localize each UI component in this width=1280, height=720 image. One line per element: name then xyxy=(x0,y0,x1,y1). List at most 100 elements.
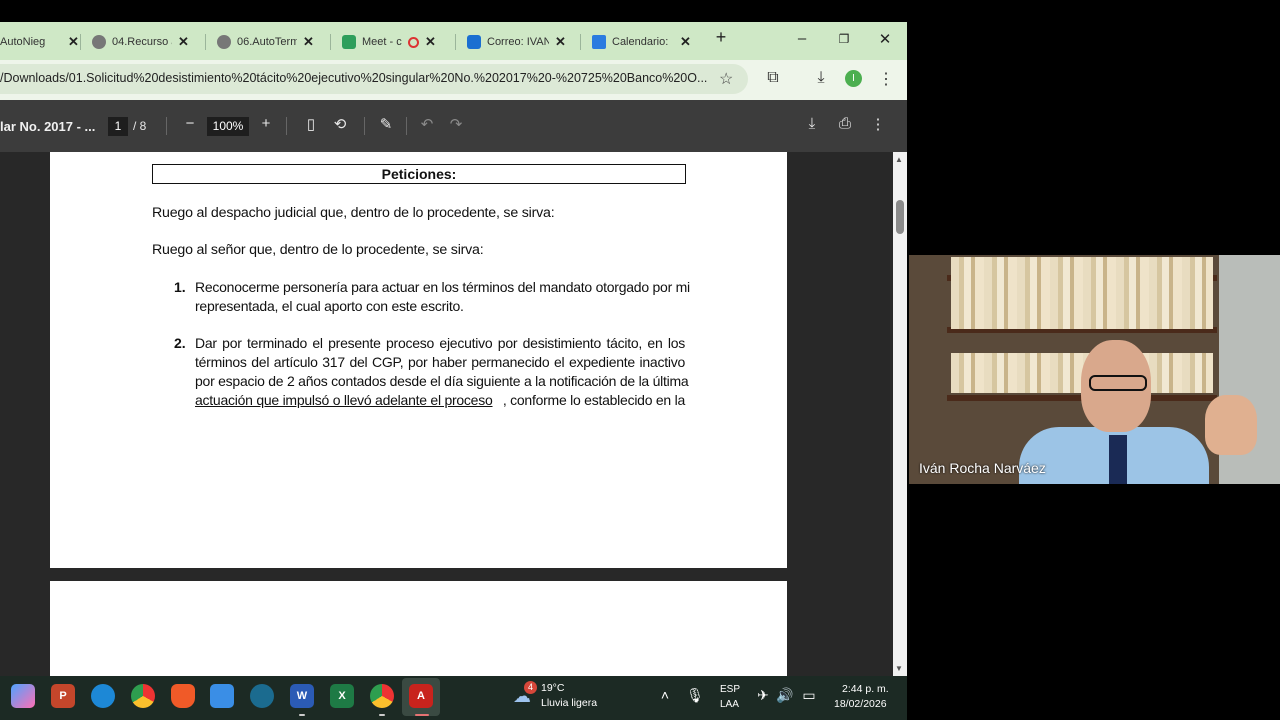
participant-name: Iván Rocha Narváez xyxy=(919,460,1046,476)
close-window-icon[interactable]: ✕ xyxy=(875,30,895,48)
taskbar: P W X A ☁ 4 19°C Lluvia ligera ˄ 🎙 ESP L… xyxy=(0,676,907,720)
annotate-icon[interactable]: ✎ xyxy=(377,115,395,133)
menu-kebab-icon[interactable]: ⋮ xyxy=(876,69,896,89)
tab-recurso[interactable]: 04.Recurso a ✕ xyxy=(92,28,189,56)
chrome-profile-icon[interactable] xyxy=(370,684,394,708)
divider xyxy=(286,117,287,135)
close-icon[interactable]: ✕ xyxy=(178,34,189,50)
tab-separator xyxy=(580,34,581,50)
copilot-icon[interactable] xyxy=(11,684,35,708)
tab-autoterm[interactable]: 06.AutoTerm ✕ xyxy=(217,28,314,56)
outlook-icon xyxy=(467,35,481,49)
participant-video: Iván Rocha Narváez xyxy=(909,255,1280,484)
print-icon[interactable]: ⎙ xyxy=(836,115,854,132)
scrollbar-thumb[interactable] xyxy=(896,200,904,234)
chevron-up-icon[interactable]: ˄ xyxy=(656,687,674,703)
url-text[interactable]: /Downloads/01.Solicitud%20desistimiento%… xyxy=(0,71,712,85)
close-icon[interactable]: ✕ xyxy=(303,34,314,50)
language-indicator[interactable]: ESP xyxy=(720,684,740,695)
tab-autonieg[interactable]: AutoNieg ✕ xyxy=(0,28,79,56)
zoom-in-icon[interactable]: + xyxy=(257,115,275,132)
pdf-page-2 xyxy=(50,581,787,676)
acrobat-icon[interactable]: A xyxy=(409,684,433,708)
download-icon[interactable]: ⤓ xyxy=(811,69,831,87)
download-pdf-icon[interactable]: ⤓ xyxy=(803,115,821,132)
word-icon[interactable]: W xyxy=(290,684,314,708)
list-number: 2. xyxy=(174,335,186,351)
new-tab-button[interactable]: + xyxy=(711,27,731,48)
paragraph-despacho: Ruego al despacho judicial que, dentro d… xyxy=(152,205,555,221)
screen: AutoNieg ✕ 04.Recurso a ✕ 06.AutoTerm ✕ … xyxy=(0,0,1280,720)
tab-correo[interactable]: Correo: IVAN ✕ xyxy=(467,28,566,56)
fit-page-icon[interactable]: ▯ xyxy=(302,115,320,133)
list-item-tail: , conforme lo establecido en la xyxy=(502,392,685,408)
pdf-viewer[interactable]: Peticiones: Ruego al despacho judicial q… xyxy=(0,152,907,676)
app-icon[interactable] xyxy=(250,684,274,708)
close-icon[interactable]: ✕ xyxy=(680,34,691,50)
paragraph-senor: Ruego al señor que, dentro de lo procede… xyxy=(152,242,484,258)
running-indicator xyxy=(299,714,305,716)
tab-separator xyxy=(455,34,456,50)
underlined-text: actuación que impulsó o llevó adelante e… xyxy=(195,392,493,408)
vertical-scrollbar[interactable]: ▲ ▼ xyxy=(893,152,907,676)
undo-icon[interactable]: ↶ xyxy=(418,115,436,133)
keyboard-layout[interactable]: LAA xyxy=(720,699,739,710)
bookmark-star-icon[interactable]: ☆ xyxy=(719,69,733,89)
weather-description[interactable]: Lluvia ligera xyxy=(541,697,597,709)
restore-icon[interactable]: ❐ xyxy=(834,32,854,46)
volume-icon[interactable]: 🔊 xyxy=(776,687,794,704)
tab-label: 06.AutoTerm xyxy=(237,36,297,48)
calendar-icon xyxy=(592,35,606,49)
clock-time[interactable]: 2:44 p. m. xyxy=(842,683,889,695)
divider xyxy=(166,117,167,135)
powerpoint-icon[interactable]: P xyxy=(51,684,75,708)
extensions-icon[interactable]: ⧉ xyxy=(763,69,783,87)
tab-label: 04.Recurso a xyxy=(112,36,172,48)
running-indicator xyxy=(415,714,429,716)
list-number: 1. xyxy=(174,279,186,295)
edge-icon[interactable] xyxy=(91,684,115,708)
person-hand xyxy=(1205,395,1257,455)
tab-calendario[interactable]: Calendario: ✕ xyxy=(592,28,691,56)
close-icon[interactable]: ✕ xyxy=(425,34,436,50)
minimize-icon[interactable]: – xyxy=(792,30,812,47)
page-total: / 8 xyxy=(133,119,147,133)
weather-badge: 4 xyxy=(524,681,537,694)
pdf-title: lar No. 2017 - ... xyxy=(0,119,96,134)
battery-icon[interactable]: ▭ xyxy=(800,687,818,704)
brave-icon[interactable] xyxy=(171,684,195,708)
clock-date[interactable]: 18/02/2026 xyxy=(834,698,887,710)
globe-icon xyxy=(92,35,106,49)
zoom-out-icon[interactable]: − xyxy=(181,115,199,132)
store-icon[interactable] xyxy=(210,684,234,708)
close-icon[interactable]: ✕ xyxy=(68,34,79,50)
tab-meet[interactable]: Meet - c ✕ xyxy=(342,28,436,56)
running-indicator xyxy=(379,714,385,716)
meet-icon xyxy=(342,35,356,49)
network-icon[interactable]: ✈ xyxy=(754,687,772,704)
scroll-down-icon[interactable]: ▼ xyxy=(895,664,903,673)
microphone-icon[interactable]: 🎙 xyxy=(686,687,704,704)
list-item-line: Dar por terminado el presente proceso ej… xyxy=(195,335,685,351)
page-number-input[interactable]: 1 xyxy=(108,117,128,136)
tab-label: Calendario: xyxy=(612,36,669,48)
weather-temperature[interactable]: 19°C xyxy=(541,682,564,694)
tab-separator xyxy=(80,34,81,50)
books-row xyxy=(951,289,1213,329)
browser-window: AutoNieg ✕ 04.Recurso a ✕ 06.AutoTerm ✕ … xyxy=(0,22,907,676)
excel-icon[interactable]: X xyxy=(330,684,354,708)
zoom-input[interactable]: 100% xyxy=(207,117,249,136)
scroll-up-icon[interactable]: ▲ xyxy=(895,155,903,164)
rotate-icon[interactable]: ⟲ xyxy=(331,115,349,133)
tab-label: AutoNieg xyxy=(0,36,46,48)
more-options-icon[interactable]: ⋮ xyxy=(869,115,887,133)
list-item-line: representada, el cual aporto con este es… xyxy=(195,298,464,314)
close-icon[interactable]: ✕ xyxy=(555,34,566,50)
tab-label: Meet - c xyxy=(362,36,402,48)
pdf-toolbar: lar No. 2017 - ... 1 / 8 − 100% + ▯ ⟲ ✎ … xyxy=(0,100,907,152)
redo-icon[interactable]: ↷ xyxy=(447,115,465,133)
omnibox[interactable]: /Downloads/01.Solicitud%20desistimiento%… xyxy=(0,64,748,94)
chrome-icon[interactable] xyxy=(131,684,155,708)
profile-avatar[interactable]: I xyxy=(845,70,862,87)
tab-label: Correo: IVAN xyxy=(487,36,549,48)
